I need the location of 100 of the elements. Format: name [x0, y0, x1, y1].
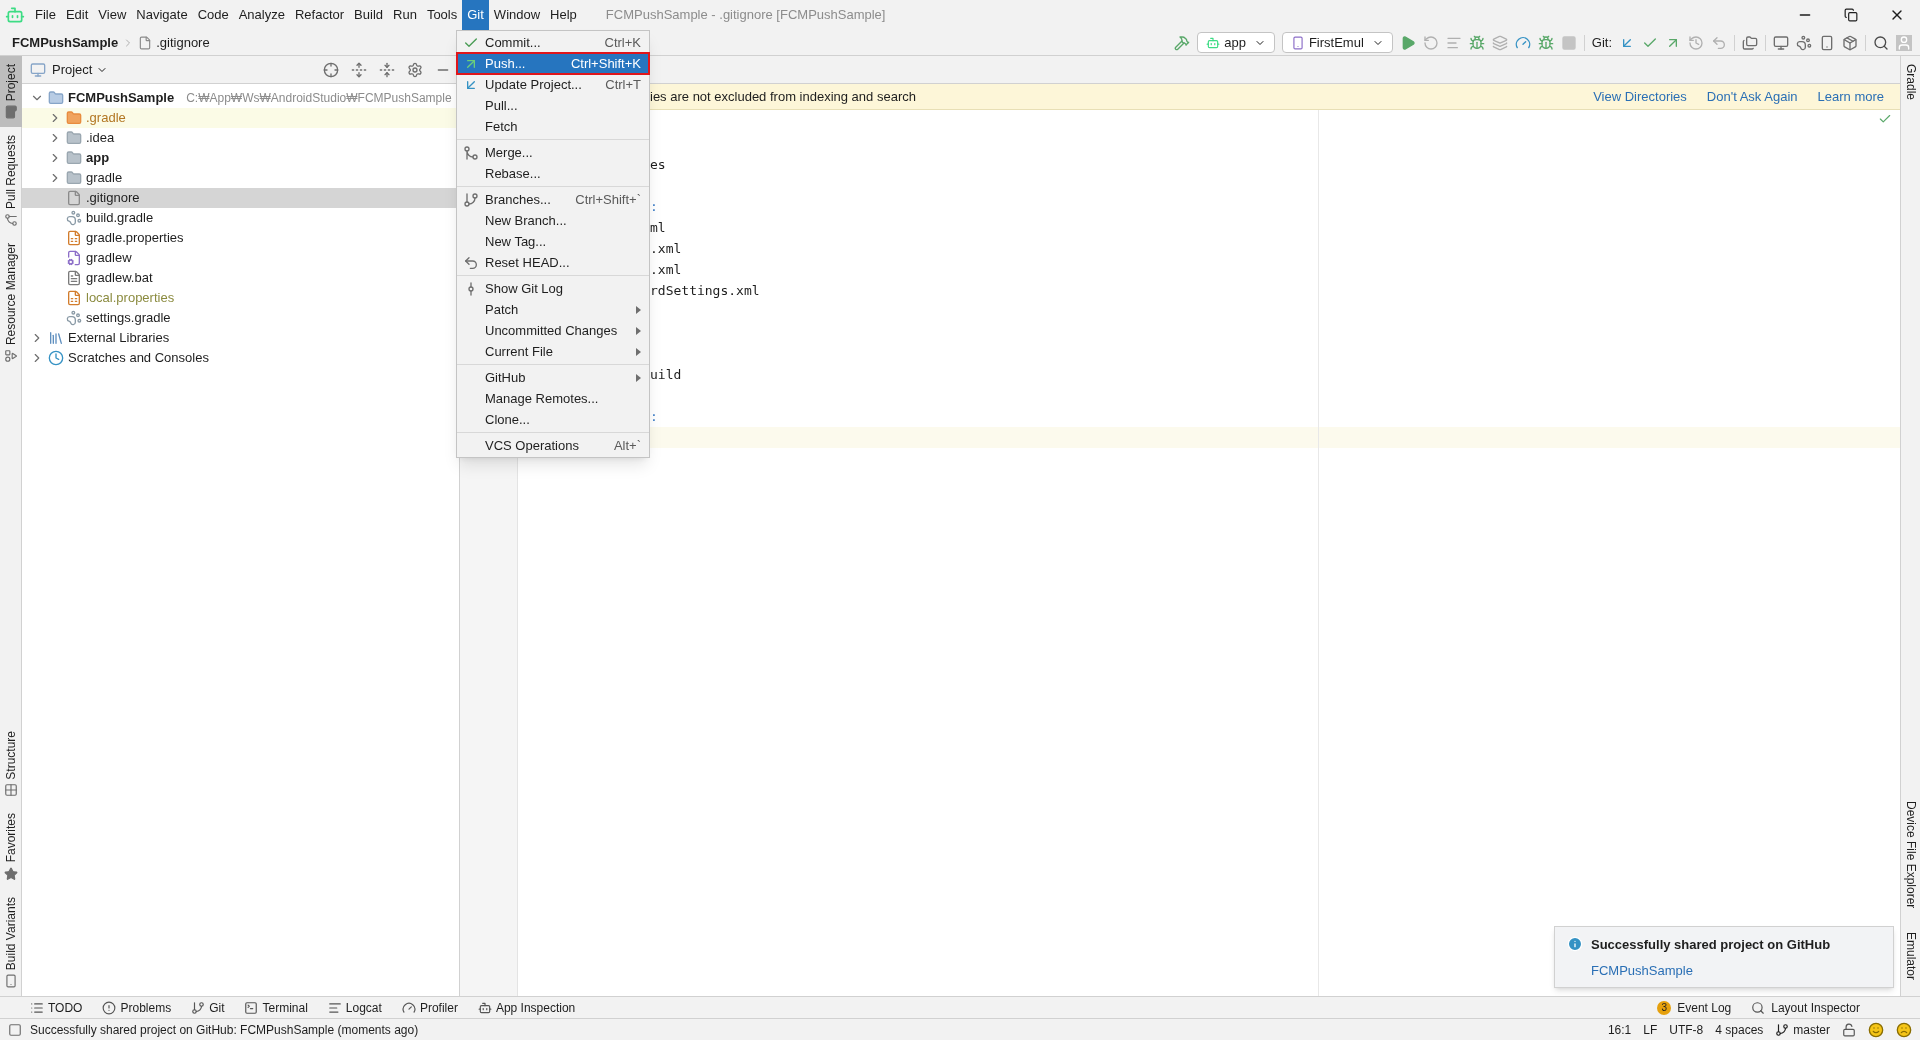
tree-row[interactable]: gradle.properties [22, 228, 459, 248]
branch-icon [191, 1000, 206, 1015]
package-icon[interactable] [1842, 34, 1858, 51]
tree-row[interactable]: local.properties [22, 288, 459, 308]
menu-item[interactable]: Current File [457, 341, 649, 362]
tool-window-tab[interactable]: Gradle [1901, 56, 1920, 109]
tool-window-button[interactable]: Git [191, 998, 225, 1017]
locate-icon[interactable] [323, 61, 339, 78]
menu-item[interactable]: Reset HEAD... [457, 252, 649, 273]
tree-row[interactable]: settings.gradle [22, 308, 459, 328]
tree-row[interactable]: .idea [22, 128, 459, 148]
encoding[interactable]: UTF-8 [1669, 1020, 1704, 1039]
submenu-arrow-icon [636, 373, 641, 382]
tool-window-tab[interactable]: Build Variants [0, 888, 22, 996]
breadcrumb-item[interactable]: FCMPushSample [12, 32, 119, 53]
text-file-icon [66, 270, 82, 286]
tool-window-button[interactable]: App Inspection [477, 998, 576, 1017]
line-separator[interactable]: LF [1643, 1020, 1658, 1039]
menu-item[interactable]: Run [388, 0, 422, 30]
tool-window-tab[interactable]: Structure [0, 722, 22, 806]
frown-icon[interactable] [1896, 1021, 1912, 1038]
tree-row[interactable]: External Libraries [22, 328, 459, 348]
menu-item[interactable]: Merge... [457, 142, 649, 163]
project-view-dropdown[interactable]: Project [52, 59, 109, 80]
menu-item[interactable]: GitHub [457, 367, 649, 388]
menu-item[interactable]: New Tag... [457, 231, 649, 252]
notification-link[interactable]: FCMPushSample [1591, 960, 1831, 980]
menu-item[interactable]: File [30, 0, 61, 30]
tree-row[interactable]: build.gradle [22, 208, 459, 228]
tool-window-tab[interactable]: Favorites [0, 805, 22, 889]
restore-icon[interactable] [1844, 8, 1858, 22]
project-structure-icon[interactable] [1742, 34, 1758, 51]
hammer-icon[interactable] [1174, 34, 1191, 51]
tool-window-button[interactable]: TODO [30, 998, 83, 1017]
menu-item[interactable]: Analyze [233, 0, 290, 30]
menu-item[interactable]: Push... Ctrl+Shift+K [457, 53, 649, 74]
menu-item[interactable]: Tools [421, 0, 463, 30]
menu-item[interactable]: Update Project... Ctrl+T [457, 74, 649, 95]
menu-item[interactable]: Navigate [131, 0, 193, 30]
tool-window-button[interactable]: Logcat [327, 998, 382, 1017]
menu-item[interactable]: Window [488, 0, 546, 30]
menu-item[interactable]: Clone... [457, 409, 649, 430]
tool-window-tab[interactable]: Emulator [1901, 923, 1920, 988]
menu-item[interactable]: Show Git Log [457, 278, 649, 299]
menu-item[interactable]: Refactor [289, 0, 350, 30]
menu-item[interactable]: Git [462, 0, 489, 30]
lock-icon[interactable] [1842, 1022, 1856, 1037]
attach-debugger-icon[interactable] [1537, 34, 1554, 51]
device-dropdown[interactable]: FirstEmul [1281, 32, 1393, 53]
menu-item[interactable]: Commit... Ctrl+K [457, 32, 649, 53]
panel-toggle-icon[interactable] [8, 1022, 22, 1037]
breadcrumb-item[interactable]: .gitignore [156, 32, 210, 53]
menu-item[interactable]: Help [545, 0, 582, 30]
banner-link[interactable]: Learn more [1817, 86, 1884, 107]
tool-window-button[interactable]: Problems [102, 998, 172, 1017]
tool-window-button[interactable]: Terminal [244, 998, 308, 1017]
menu-item[interactable]: Patch [457, 299, 649, 320]
menu-item[interactable]: VCS Operations Alt+` [457, 435, 649, 456]
git-branch[interactable]: master [1775, 1020, 1830, 1039]
tree-row[interactable]: gradlew [22, 248, 459, 268]
tool-window-button[interactable]: Profiler [401, 998, 458, 1017]
menu-item[interactable]: Build [349, 0, 388, 30]
caret-position[interactable]: 16:1 [1607, 1020, 1632, 1039]
menu-item[interactable]: Rebase... [457, 163, 649, 184]
tree-row[interactable]: Scratches and Consoles [22, 348, 459, 368]
collapse-all-icon[interactable] [379, 61, 395, 78]
menu-item[interactable]: View [93, 0, 132, 30]
tree-row[interactable]: gradle [22, 168, 459, 188]
tree-row[interactable]: .gitignore [22, 188, 459, 208]
menu-item[interactable]: Branches... Ctrl+Shift+` [457, 189, 649, 210]
menu-item[interactable]: Edit [60, 0, 94, 30]
tool-window-tab[interactable]: Resource Manager [0, 235, 22, 372]
menu-item[interactable]: Fetch [457, 116, 649, 137]
gauge-icon[interactable] [1514, 34, 1531, 51]
menu-item[interactable]: Manage Remotes... [457, 388, 649, 409]
phone-icon[interactable] [1819, 34, 1835, 51]
settings-icon[interactable] [407, 61, 423, 78]
smile-icon[interactable] [1868, 1021, 1884, 1038]
tool-window-tab[interactable]: Project [0, 56, 22, 128]
expand-all-icon[interactable] [351, 61, 367, 78]
debug-icon[interactable] [1468, 34, 1485, 51]
tool-window-button[interactable]: 3 Event Log [1657, 998, 1732, 1017]
menu-item[interactable]: Uncommitted Changes [457, 320, 649, 341]
menu-item[interactable]: Pull... [457, 95, 649, 116]
tool-window-button[interactable]: Layout Inspector [1751, 998, 1860, 1017]
banner-link[interactable]: View Directories [1593, 86, 1687, 107]
banner-link[interactable]: Don't Ask Again [1706, 86, 1798, 107]
phone-icon [4, 974, 18, 988]
tree-row[interactable]: FCMPushSample C:₩App₩Ws₩AndroidStudio₩FCMPushSample [22, 88, 459, 108]
search-icon[interactable] [1873, 34, 1889, 51]
tree-row[interactable]: .gradle [22, 108, 459, 128]
tree-row[interactable]: gradlew.bat [22, 268, 459, 288]
indent-setting[interactable]: 4 spaces [1715, 1020, 1764, 1039]
tool-window-tab[interactable]: Pull Requests [0, 127, 22, 236]
menu-item[interactable]: New Branch... [457, 210, 649, 231]
menu-item[interactable]: Code [192, 0, 234, 30]
run-config-dropdown[interactable]: app [1197, 32, 1275, 53]
monitor-icon[interactable] [1773, 34, 1789, 51]
tree-row[interactable]: app [22, 148, 459, 168]
tool-window-tab[interactable]: Device File Explorer [1901, 792, 1920, 916]
